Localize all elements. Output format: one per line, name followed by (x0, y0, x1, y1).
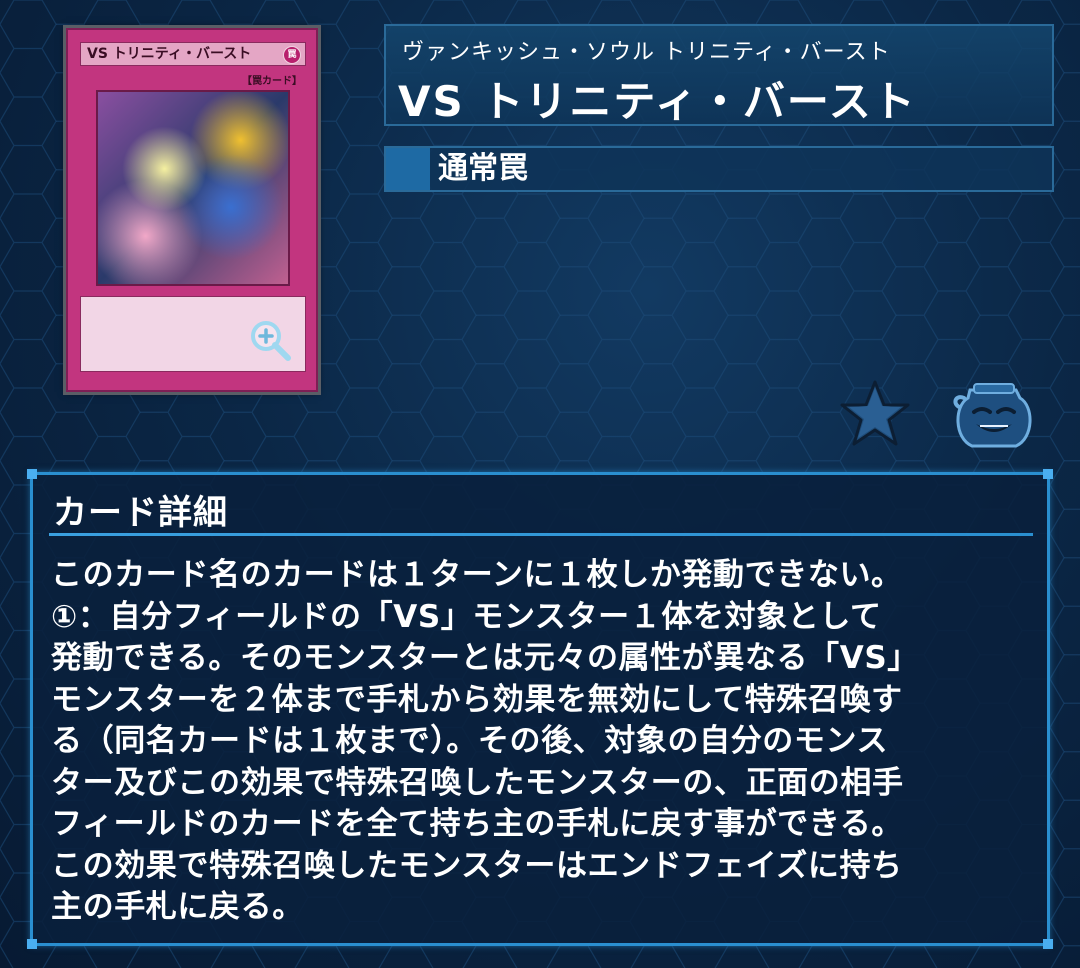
card-artwork (96, 90, 290, 286)
card-image-type: 【罠カード】 (242, 76, 302, 87)
card-effect-text: このカード名のカードは１ターンに１枚しか発動できない。 ①：自分フィールドの「V… (51, 557, 919, 925)
panel-corner-marker (1043, 469, 1053, 479)
type-color-swatch (386, 148, 430, 190)
card-type-label: 通常罠 (438, 151, 528, 186)
card-image[interactable]: VS トリニティ・バースト 罠 【罠カード】 (66, 28, 318, 392)
card-image-name-text: VS トリニティ・バースト (87, 46, 252, 62)
panel-corner-marker (27, 469, 37, 479)
card-image-name: VS トリニティ・バースト 罠 (80, 42, 306, 66)
star-icon[interactable] (838, 378, 912, 448)
card-name-title: VS トリニティ・バースト (398, 77, 917, 126)
card-detail-panel: カード詳細 このカード名のカードは１ターンに１枚しか発動できない。 ①：自分フィ… (27, 469, 1053, 949)
card-text-box (80, 296, 306, 372)
card-name-header: ヴァンキッシュ・ソウル トリニティ・バースト VS トリニティ・バースト (384, 24, 1054, 126)
card-detail-title: カード詳細 (53, 493, 228, 533)
pot-of-greed-icon[interactable] (950, 376, 1038, 452)
card-type-row: 通常罠 (384, 146, 1054, 192)
card-detail-divider (49, 533, 1033, 536)
panel-corner-marker (27, 939, 37, 949)
zoom-in-icon[interactable] (247, 317, 293, 363)
panel-corner-marker (1043, 939, 1053, 949)
card-name-ruby: ヴァンキッシュ・ソウル トリニティ・バースト (402, 40, 891, 65)
card-attribute-icon: 罠 (283, 46, 301, 64)
